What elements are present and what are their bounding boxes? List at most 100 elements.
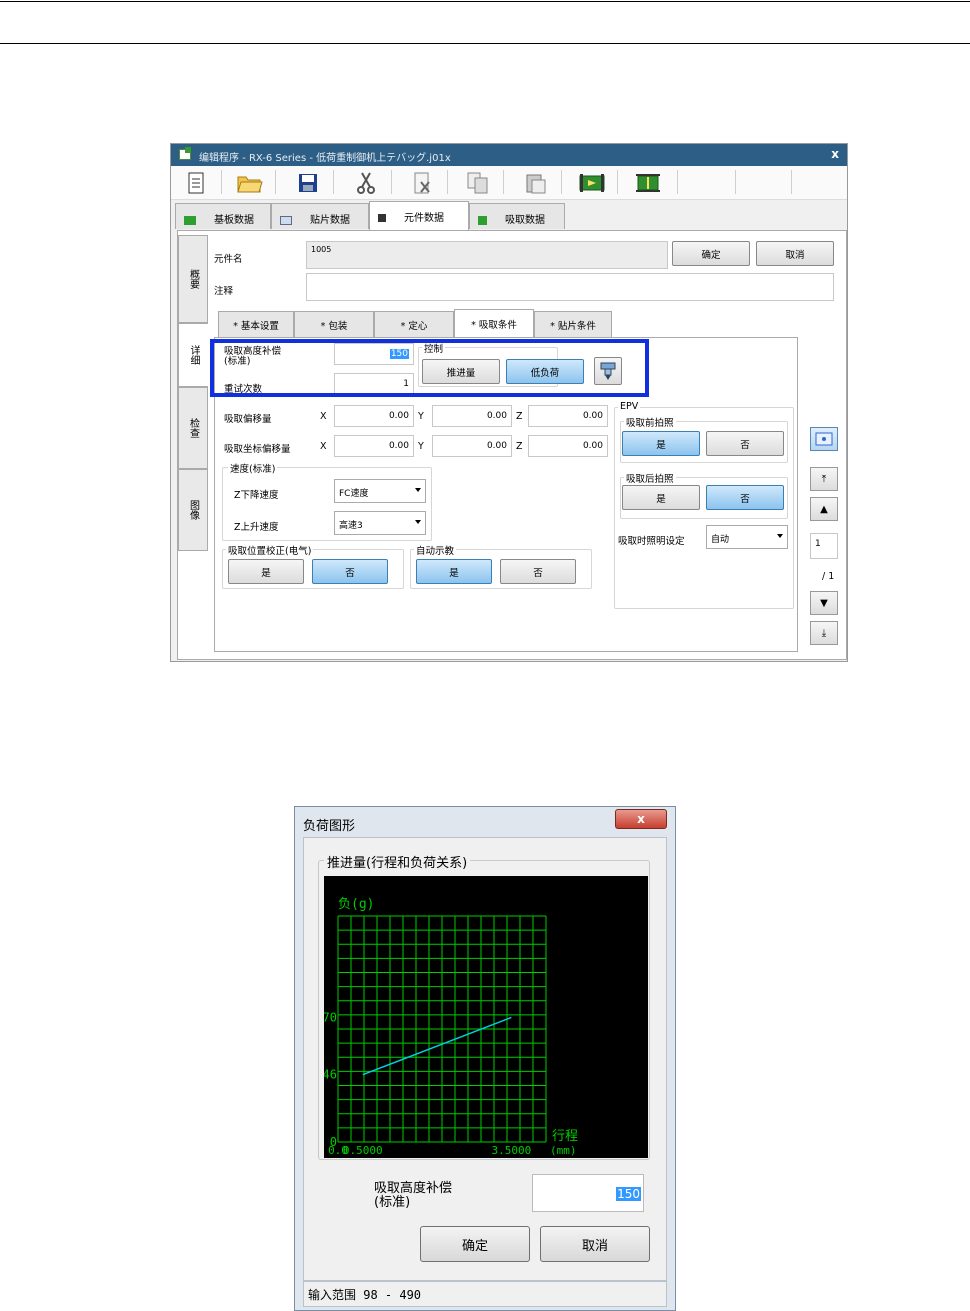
close-icon[interactable]: x — [831, 147, 839, 161]
save-icon[interactable] — [293, 169, 323, 197]
board-width-icon[interactable] — [633, 169, 663, 197]
z-down-speed-label: Z下降速度 — [234, 490, 279, 501]
chart-background — [324, 876, 648, 1158]
down-arrow-icon: ▼ — [820, 597, 828, 609]
page-total: / 1 — [822, 571, 835, 582]
pick-pos-no-button[interactable]: 否 — [312, 559, 388, 584]
part-name-label: 元件名 — [214, 254, 243, 265]
first-page-button[interactable]: ⤒ — [810, 467, 838, 491]
paste-icon[interactable] — [521, 169, 551, 197]
z-up-speed-select[interactable]: 高速3 — [334, 511, 426, 535]
tab-part-data[interactable]: 元件数据 — [369, 201, 469, 230]
before-pick-label: 吸取前拍照 — [624, 415, 676, 429]
lighting-select[interactable]: 自动 — [706, 525, 788, 549]
lighting-value: 自动 — [711, 535, 730, 545]
lighting-label: 吸取时照明设定 — [618, 536, 685, 547]
z-up-speed-value: 高速3 — [339, 521, 363, 531]
chip-icon — [378, 214, 386, 222]
page-field[interactable]: 1 — [810, 533, 838, 559]
toolbar-separator — [503, 170, 504, 194]
before-pick-no-button[interactable]: 否 — [706, 431, 784, 456]
auto-teach-label: 自动示教 — [414, 543, 457, 557]
last-page-button[interactable]: ⤓ — [810, 621, 838, 645]
side-tab-inspection[interactable]: 检查 — [178, 387, 208, 469]
new-file-icon[interactable] — [181, 169, 211, 197]
status-bar: 输入范围 98 - 490 — [303, 1281, 667, 1307]
z-label: Z — [516, 441, 523, 452]
tab-placement-conditions[interactable]: * 贴片条件 — [534, 311, 612, 337]
tab-label: 元件数据 — [404, 213, 444, 224]
dialog-body: 推进量(行程和负荷关系) 负(g)01462700.00.50003.5000行… — [303, 837, 667, 1281]
chevron-down-icon — [777, 534, 783, 538]
x-tick-label: 0.5000 — [343, 1144, 383, 1157]
coord-offset-x[interactable]: 0.00 — [334, 435, 414, 457]
tab-pick-conditions[interactable]: * 吸取条件 — [454, 309, 534, 337]
tab-packaging[interactable]: * 包装 — [294, 311, 374, 337]
tab-pick-data[interactable]: 吸取数据 — [469, 203, 565, 229]
window-title-bar: 编辑程序 - RX-6 Series - 低荷重制御机上テバッグ.j01x x — [171, 144, 847, 166]
window-title: 编辑程序 - RX-6 Series - 低荷重制御机上テバッグ.j01x — [199, 153, 451, 164]
tab-basic-settings[interactable]: * 基本设置 — [218, 311, 294, 337]
side-tab-overview[interactable]: 概要 — [178, 235, 208, 323]
coord-offset-z[interactable]: 0.00 — [528, 435, 608, 457]
tab-board-data[interactable]: 基板数据 — [175, 203, 271, 229]
tab-centering[interactable]: * 定心 — [374, 311, 454, 337]
top-tabs: 基板数据 贴片数据 元件数据 吸取数据 — [171, 201, 847, 231]
part-name-field[interactable]: 1005 — [306, 241, 668, 269]
y-tick-label: 146 — [324, 1068, 337, 1082]
load-graph-dialog: 负荷图形 x 推进量(行程和负荷关系) 负(g)01462700.00.5000… — [294, 806, 676, 1311]
pick-pos-label: 吸取位置校正(电气) — [226, 543, 314, 557]
last-icon: ⤓ — [821, 627, 827, 639]
comment-field[interactable] — [306, 273, 834, 301]
cancel-button[interactable]: 取消 — [756, 241, 834, 266]
after-pick-no-button[interactable]: 否 — [706, 485, 784, 510]
pick-offset-x[interactable]: 0.00 — [334, 405, 414, 427]
board-flow-icon[interactable] — [577, 169, 607, 197]
app-icon — [179, 147, 191, 160]
board-icon — [184, 215, 196, 225]
auto-teach-no-button[interactable]: 否 — [500, 559, 576, 584]
pick-height-label-line1: 吸取高度补偿 — [374, 1181, 453, 1196]
sub-tabs: * 基本设置 * 包装 * 定心 * 吸取条件 * 贴片条件 — [214, 309, 798, 339]
y-axis-label: 负(g) — [338, 897, 374, 912]
pick-pos-yes-button[interactable]: 是 — [228, 559, 304, 584]
pick-offset-y[interactable]: 0.00 — [432, 405, 512, 427]
toolbar-separator — [447, 170, 448, 194]
up-arrow-icon: ▲ — [820, 503, 828, 515]
thrust-group-label: 推进量(行程和负荷关系) — [324, 852, 471, 871]
cut-icon[interactable] — [351, 169, 381, 197]
ok-button[interactable]: 确定 — [672, 241, 750, 266]
next-page-button[interactable]: ▼ — [810, 591, 838, 615]
toolbar-separator — [221, 170, 222, 194]
auto-teach-yes-button[interactable]: 是 — [416, 559, 492, 584]
side-tab-detail[interactable]: 详细 — [178, 323, 208, 387]
prev-page-button[interactable]: ▲ — [810, 497, 838, 521]
x-axis-label: 行程 — [552, 1129, 578, 1144]
pick-offset-z[interactable]: 0.00 — [528, 405, 608, 427]
z-down-speed-select[interactable]: FC速度 — [334, 479, 426, 503]
y-label: Y — [418, 411, 424, 422]
after-pick-label: 吸取后拍照 — [624, 471, 676, 485]
before-pick-yes-button[interactable]: 是 — [622, 431, 700, 456]
preview-button[interactable] — [810, 427, 838, 451]
copy-icon[interactable] — [463, 169, 493, 197]
close-icon[interactable]: x — [615, 809, 667, 829]
coord-offset-y[interactable]: 0.00 — [432, 435, 512, 457]
tab-placement-data[interactable]: 贴片数据 — [271, 203, 369, 229]
comment-label: 注释 — [214, 286, 234, 297]
toolbar — [171, 166, 847, 200]
pick-height-field[interactable]: 150 — [532, 1174, 644, 1212]
open-folder-icon[interactable] — [235, 169, 265, 197]
after-pick-yes-button[interactable]: 是 — [622, 485, 700, 510]
top-rule — [0, 1, 970, 2]
pick-offset-label: 吸取偏移量 — [224, 414, 272, 425]
tab-label: 基板数据 — [214, 215, 254, 226]
cancel-button[interactable]: 取消 — [540, 1226, 650, 1262]
pick-height-label-line2: (标准) — [374, 1195, 411, 1210]
side-tab-image[interactable]: 图像 — [178, 469, 208, 551]
ok-button[interactable]: 确定 — [420, 1226, 530, 1262]
tab-label: 贴片数据 — [310, 215, 350, 226]
delete-icon[interactable] — [407, 169, 437, 197]
toolbar-separator — [391, 170, 392, 194]
x-label: X — [320, 411, 327, 422]
